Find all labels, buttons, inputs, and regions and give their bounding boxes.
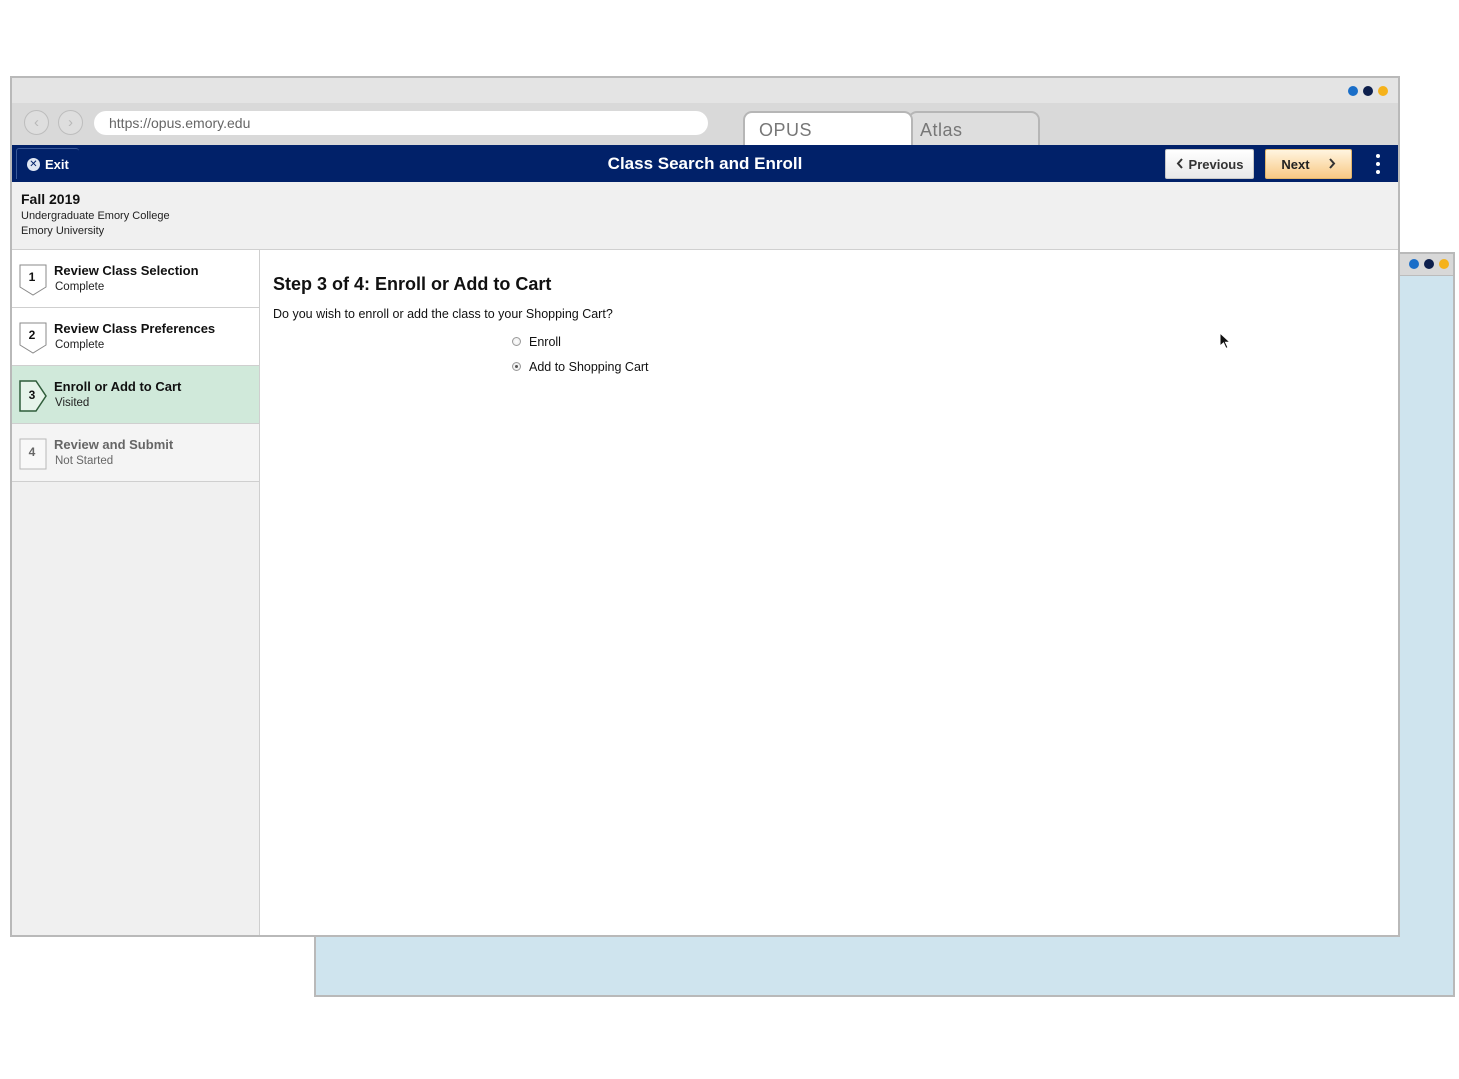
step-heading: Step 3 of 4: Enroll or Add to Cart <box>273 274 552 294</box>
step-status: Visited <box>55 397 90 409</box>
browser-toolbar: ‹ › https://opus.emory.edu Atlas OPUS <box>12 103 1398 145</box>
tab-opus[interactable]: OPUS <box>743 111 913 145</box>
mouse-cursor-icon <box>1219 332 1231 350</box>
window-dot-gold-icon[interactable] <box>1378 86 1388 96</box>
tab-atlas[interactable]: Atlas <box>908 111 1040 145</box>
window-dot-navy-icon[interactable] <box>1363 86 1373 96</box>
add-to-cart-label: Add to Shopping Cart <box>529 359 649 374</box>
window-dot-gold-icon[interactable] <box>1439 259 1449 269</box>
term-title: Fall 2019 <box>21 191 81 207</box>
next-label: Next <box>1281 156 1310 172</box>
term-career: Undergraduate Emory College <box>21 210 170 222</box>
more-actions-icon[interactable] <box>1370 151 1386 177</box>
window-dot-blue-icon[interactable] <box>1409 259 1419 269</box>
term-institution: Emory University <box>21 225 105 237</box>
window-controls <box>1348 86 1388 96</box>
forward-arrow-icon[interactable]: › <box>58 110 83 135</box>
background-window-controls <box>1409 259 1449 269</box>
step-label: Enroll or Add to Cart <box>54 379 182 394</box>
term-banner: Fall 2019 Undergraduate Emory College Em… <box>12 182 1398 250</box>
step-label: Review and Submit <box>54 437 174 452</box>
step-number: 2 <box>28 328 36 342</box>
close-icon: ✕ <box>27 157 40 171</box>
step-item-1[interactable]: 1 Review Class Selection Complete <box>12 250 259 308</box>
app-header: ✕ Exit Class Search and Enroll Previous … <box>12 145 1398 182</box>
exit-label: Exit <box>45 156 69 172</box>
window-dot-navy-icon[interactable] <box>1424 259 1434 269</box>
step-label: Review Class Selection <box>54 263 199 278</box>
step-status: Not Started <box>55 455 114 467</box>
address-bar[interactable]: https://opus.emory.edu <box>94 111 708 135</box>
chevron-left-icon <box>1176 157 1184 172</box>
browser-window: ‹ › https://opus.emory.edu Atlas OPUS ✕ … <box>10 76 1400 937</box>
window-titlebar <box>12 78 1398 103</box>
step-item-2[interactable]: 2 Review Class Preferences Complete <box>12 308 259 366</box>
previous-button[interactable]: Previous <box>1165 149 1254 179</box>
add-to-cart-radio[interactable] <box>512 362 521 371</box>
main-content: Step 3 of 4: Enroll or Add to Cart Do yo… <box>261 250 1398 935</box>
exit-button[interactable]: ✕ Exit <box>16 148 79 179</box>
step-number: 4 <box>28 445 36 459</box>
option-add-to-cart[interactable]: Add to Shopping Cart <box>273 354 1398 379</box>
window-dot-blue-icon[interactable] <box>1348 86 1358 96</box>
back-arrow-icon[interactable]: ‹ <box>24 110 49 135</box>
next-button[interactable]: Next <box>1265 149 1352 179</box>
step-number: 3 <box>28 388 36 402</box>
step-navigation: 1 Review Class Selection Complete 2 Revi… <box>12 250 260 935</box>
previous-label: Previous <box>1188 156 1244 172</box>
step-status: Complete <box>55 339 105 351</box>
chevron-right-icon <box>1328 157 1336 172</box>
step-item-4[interactable]: 4 Review and Submit Not Started <box>12 424 259 482</box>
step-number: 1 <box>28 270 36 284</box>
enroll-radio[interactable] <box>512 337 521 346</box>
enroll-question: Do you wish to enroll or add the class t… <box>273 307 613 321</box>
step-item-3[interactable]: 3 Enroll or Add to Cart Visited <box>12 366 259 424</box>
enroll-label: Enroll <box>529 334 561 349</box>
step-label: Review Class Preferences <box>54 321 216 336</box>
step-status: Complete <box>55 281 105 293</box>
